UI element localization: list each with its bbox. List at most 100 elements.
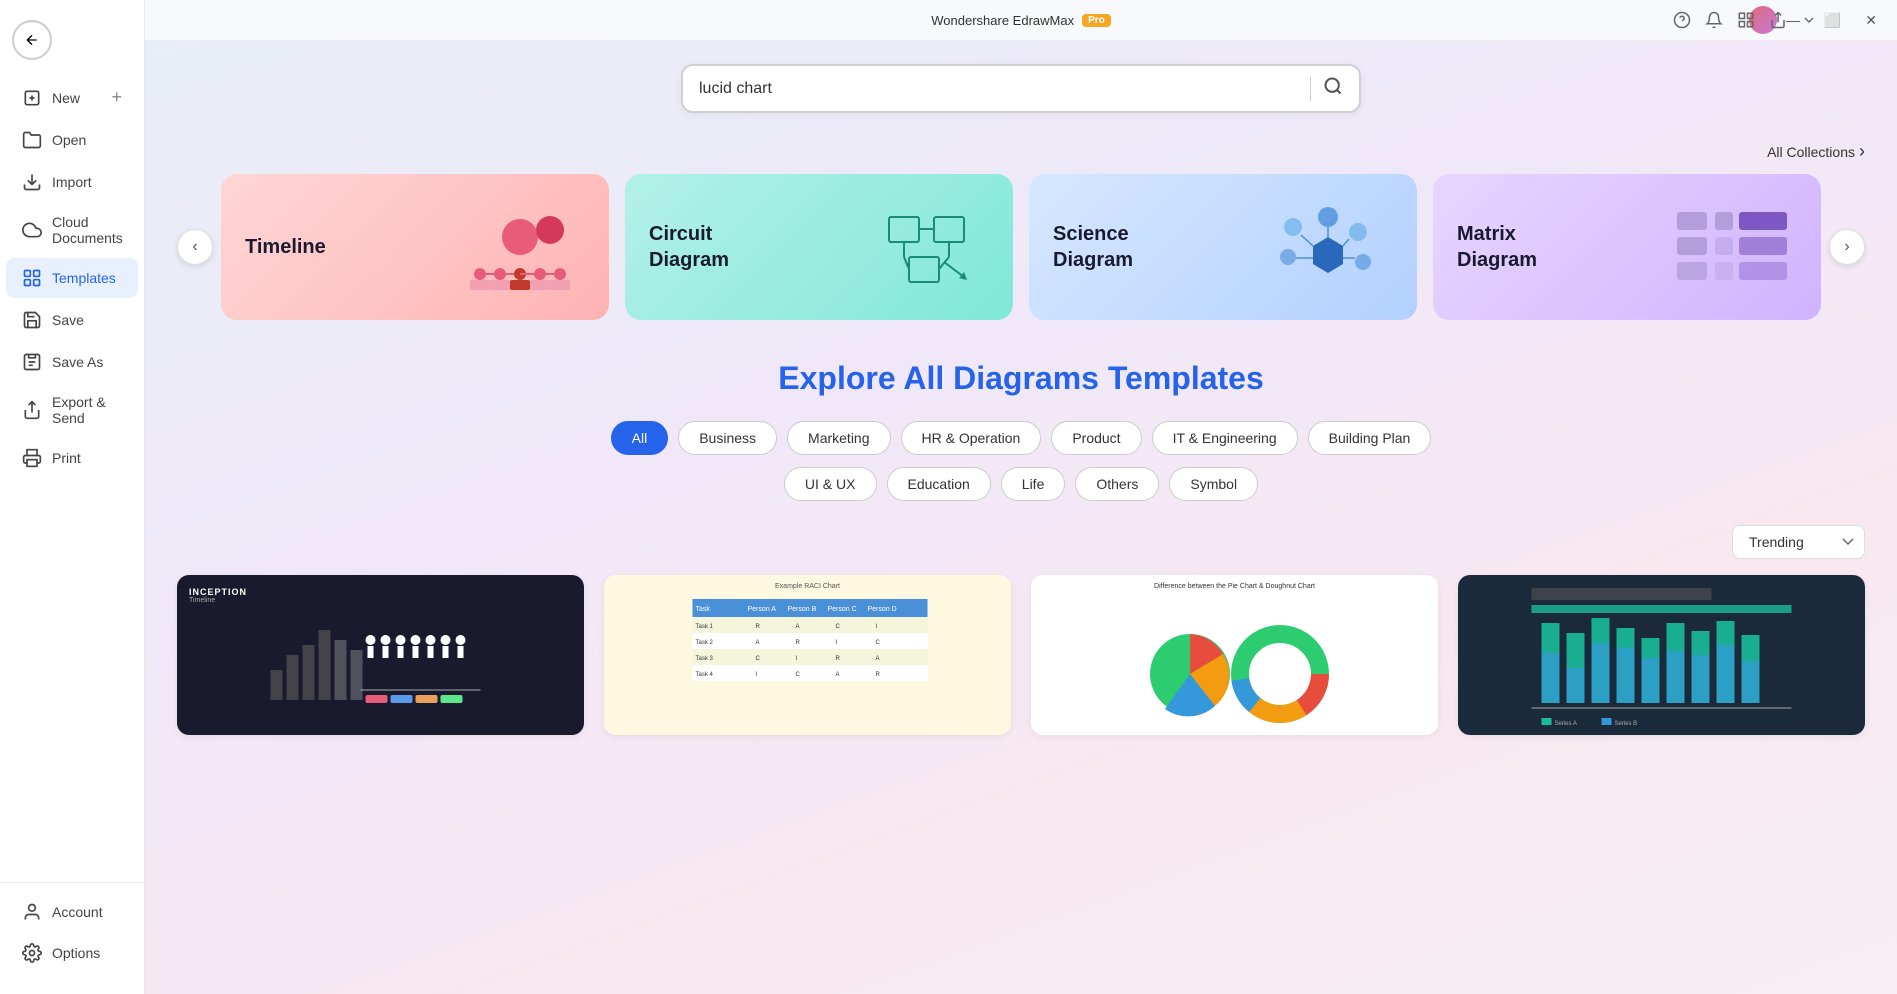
filter-uiux[interactable]: UI & UX <box>784 467 877 501</box>
bar-svg: Series A Series B <box>1466 583 1857 735</box>
filter-product[interactable]: Product <box>1051 421 1141 455</box>
app-title: Wondershare EdrawMax Pro <box>931 13 1111 28</box>
sidebar-item-new[interactable]: New + <box>6 77 138 118</box>
notifications-button[interactable] <box>1705 11 1723 29</box>
main-inner: All Collections › ‹ Timeline <box>145 40 1897 759</box>
sidebar-item-import[interactable]: Import <box>6 162 138 202</box>
svg-text:R: R <box>836 656 841 662</box>
svg-text:C: C <box>796 672 801 678</box>
svg-text:Person D: Person D <box>868 606 897 613</box>
print-icon <box>22 448 42 468</box>
template-card-img-pie: Difference between the Pie Chart & Dough… <box>1031 575 1438 735</box>
grid-button[interactable] <box>1737 11 1755 29</box>
sidebar-item-label-print: Print <box>52 450 81 466</box>
filter-life[interactable]: Life <box>1001 467 1066 501</box>
filter-business[interactable]: Business <box>678 421 777 455</box>
svg-text:Task 2: Task 2 <box>696 640 714 646</box>
help-button[interactable] <box>1673 11 1691 29</box>
main-content: Wondershare EdrawMax Pro — ⬜ ✕ <box>145 0 1897 994</box>
sidebar-item-label-account: Account <box>52 904 103 920</box>
timeline-svg <box>455 202 585 292</box>
svg-text:Series A: Series A <box>1555 721 1577 727</box>
svg-text:Series B: Series B <box>1615 721 1638 727</box>
pie-diagram: Difference between the Pie Chart & Dough… <box>1031 575 1438 735</box>
carousel-next-button[interactable]: › <box>1829 229 1865 265</box>
template-card-img-bar: Series A Series B <box>1458 575 1865 735</box>
svg-text:Task: Task <box>696 606 711 613</box>
filter-it[interactable]: IT & Engineering <box>1152 421 1298 455</box>
sidebar-item-open[interactable]: Open <box>6 120 138 160</box>
svg-text:Task 4: Task 4 <box>696 672 714 678</box>
carousel-card-circuit[interactable]: Circuit Diagram <box>625 174 1013 320</box>
export-icon <box>22 400 42 420</box>
all-collections-link[interactable]: All Collections › <box>1767 141 1865 162</box>
close-button[interactable]: ✕ <box>1857 8 1885 33</box>
svg-text:C: C <box>876 640 881 646</box>
chevron-right-icon: › <box>1859 141 1865 162</box>
maximize-button[interactable]: ⬜ <box>1816 8 1849 33</box>
sidebar-item-cloud[interactable]: Cloud Documents <box>6 204 138 256</box>
filter-others[interactable]: Others <box>1075 467 1159 501</box>
sidebar-item-export[interactable]: Export & Send <box>6 384 138 436</box>
filter-symbol[interactable]: Symbol <box>1169 467 1258 501</box>
template-card-inception[interactable]: INCEPTION Timeline <box>177 575 584 735</box>
filter-all[interactable]: All <box>611 421 669 455</box>
explore-title: Explore All Diagrams Templates <box>177 360 1865 397</box>
open-icon <box>22 130 42 150</box>
sidebar-item-label-templates: Templates <box>52 270 116 286</box>
sidebar-item-label-save: Save <box>52 312 84 328</box>
carousel-prev-button[interactable]: ‹ <box>177 229 213 265</box>
carousel-card-matrix[interactable]: Matrix Diagram <box>1433 174 1821 320</box>
sidebar-item-options[interactable]: Options <box>6 933 138 973</box>
bar-diagram: Series A Series B <box>1458 575 1865 735</box>
back-button[interactable] <box>12 20 52 60</box>
svg-text:Person B: Person B <box>788 606 817 613</box>
carousel-cards: Timeline <box>221 174 1821 320</box>
template-grid: INCEPTION Timeline <box>177 575 1865 735</box>
template-card-pie[interactable]: Difference between the Pie Chart & Dough… <box>1031 575 1438 735</box>
sidebar-item-templates[interactable]: Templates <box>6 258 138 298</box>
svg-text:Person A: Person A <box>748 606 777 613</box>
pie-svg <box>1135 594 1335 724</box>
sidebar-item-account[interactable]: Account <box>6 892 138 932</box>
raci-svg: Task Person A Person B Person C Person D… <box>612 594 1003 724</box>
search-button[interactable] <box>1323 76 1343 101</box>
pro-badge: Pro <box>1082 14 1111 27</box>
carousel-wrap: ‹ Timeline <box>177 174 1865 320</box>
new-icon <box>22 88 42 108</box>
matrix-svg <box>1667 202 1797 292</box>
science-svg <box>1263 202 1393 292</box>
template-card-img-inception: INCEPTION Timeline <box>177 575 584 735</box>
svg-text:C: C <box>756 656 761 662</box>
template-card-bar[interactable]: Series A Series B <box>1458 575 1865 735</box>
search-input[interactable] <box>699 80 1298 98</box>
filter-row-1: All Business Marketing HR & Operation Pr… <box>177 421 1865 455</box>
carousel-card-science[interactable]: Science Diagram <box>1029 174 1417 320</box>
template-card-img-raci: Example RACI Chart Task Person A Person … <box>604 575 1011 735</box>
svg-text:R: R <box>876 672 881 678</box>
save-icon <box>22 310 42 330</box>
sidebar-item-print[interactable]: Print <box>6 438 138 478</box>
svg-text:A: A <box>796 624 800 630</box>
template-card-raci[interactable]: Example RACI Chart Task Person A Person … <box>604 575 1011 735</box>
options-icon <box>22 943 42 963</box>
circuit-svg <box>859 202 989 292</box>
filter-building[interactable]: Building Plan <box>1308 421 1432 455</box>
filter-education[interactable]: Education <box>887 467 991 501</box>
svg-text:A: A <box>756 640 760 646</box>
minimize-button[interactable]: — <box>1778 8 1808 32</box>
sidebar-item-label-import: Import <box>52 174 92 190</box>
cloud-icon <box>22 220 42 240</box>
sort-select[interactable]: Trending Newest Most Popular <box>1732 525 1865 559</box>
window-controls: — ⬜ ✕ <box>1778 0 1885 40</box>
filter-marketing[interactable]: Marketing <box>787 421 890 455</box>
svg-text:R: R <box>796 640 801 646</box>
import-icon <box>22 172 42 192</box>
carousel-card-timeline[interactable]: Timeline <box>221 174 609 320</box>
sidebar-item-label-open: Open <box>52 132 86 148</box>
sidebar-item-label-export: Export & Send <box>52 394 122 426</box>
sidebar-item-save[interactable]: Save <box>6 300 138 340</box>
svg-text:R: R <box>756 624 761 630</box>
sidebar-item-saveas[interactable]: Save As <box>6 342 138 382</box>
filter-hr[interactable]: HR & Operation <box>901 421 1042 455</box>
